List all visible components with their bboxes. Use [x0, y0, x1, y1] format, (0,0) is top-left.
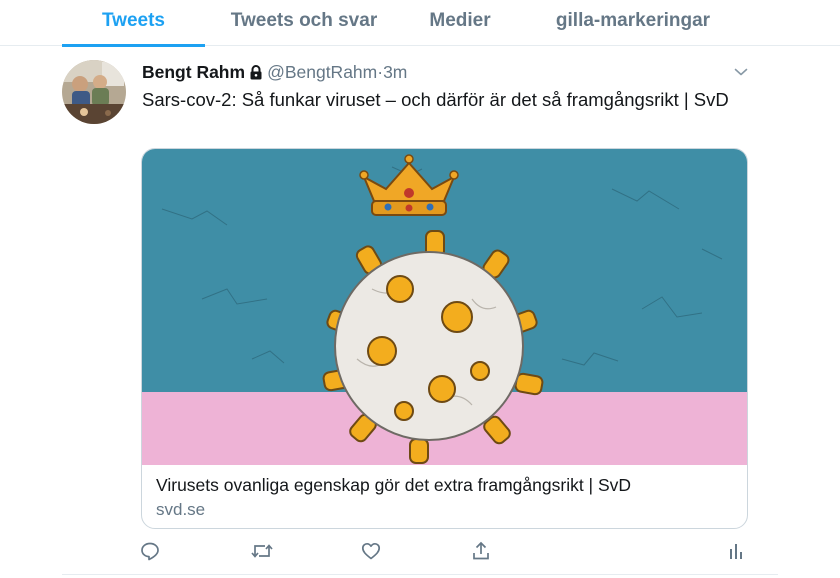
- share-icon[interactable]: [471, 541, 491, 566]
- reply-icon[interactable]: [140, 541, 160, 566]
- chevron-down-icon[interactable]: [734, 64, 748, 82]
- card-title[interactable]: Virusets ovanliga egenskap gör det extra…: [156, 475, 631, 496]
- tab-likes[interactable]: gilla-markeringar: [538, 0, 728, 46]
- card-image[interactable]: [142, 149, 747, 465]
- tweet-header: Bengt Rahm @BengtRahm·3m: [142, 61, 407, 83]
- card-domain[interactable]: svd.se: [156, 500, 205, 520]
- tweet-actions: [140, 541, 760, 565]
- display-name[interactable]: Bengt Rahm: [142, 62, 245, 82]
- tab-media[interactable]: Medier: [410, 0, 510, 46]
- tab-tweets[interactable]: Tweets: [62, 0, 205, 47]
- tweet-timestamp[interactable]: 3m: [383, 62, 407, 82]
- avatar[interactable]: [62, 60, 126, 124]
- lock-icon: [249, 63, 263, 85]
- user-handle[interactable]: @BengtRahm: [267, 62, 377, 82]
- tweet-divider: [62, 574, 778, 575]
- heart-icon[interactable]: [361, 541, 381, 566]
- tweet[interactable]: Bengt Rahm @BengtRahm·3m Sars-cov-2: Så f…: [62, 47, 778, 575]
- tab-tweets-and-replies[interactable]: Tweets och svar: [218, 0, 390, 46]
- analytics-icon[interactable]: [728, 541, 744, 566]
- tweet-text: Sars-cov-2: Så funkar viruset – och därf…: [142, 89, 729, 110]
- link-card[interactable]: Virusets ovanliga egenskap gör det extra…: [141, 148, 748, 529]
- retweet-icon[interactable]: [250, 541, 274, 566]
- profile-tabs: Tweets Tweets och svar Medier gilla-mark…: [0, 0, 840, 47]
